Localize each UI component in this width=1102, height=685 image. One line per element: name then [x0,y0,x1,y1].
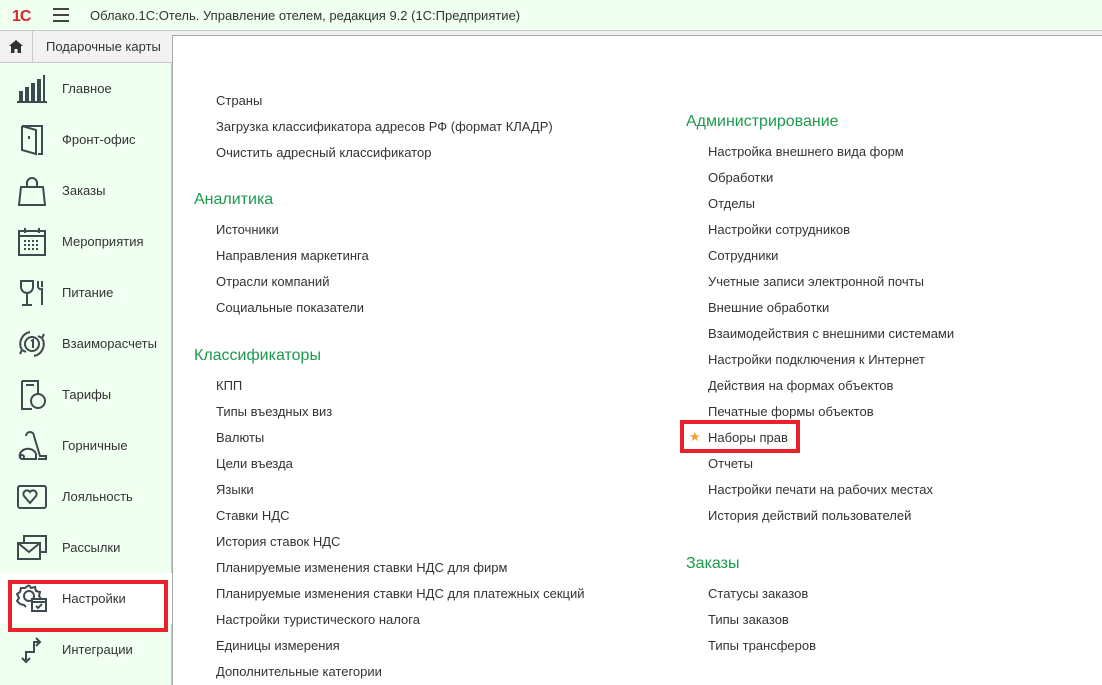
sidebar-item-label: Мероприятия [62,234,144,249]
app-title: Облако.1С:Отель. Управление отелем, реда… [90,8,521,23]
settings-link[interactable]: Отрасли компаний [216,274,329,289]
settings-link[interactable]: Настройки подключения к Интернет [708,352,925,367]
settings-link[interactable]: Языки [216,482,254,497]
shopping-bag-icon [17,176,47,206]
settings-link[interactable]: Типы заказов [708,612,789,627]
settings-link[interactable]: Настройки туристического налога [216,612,420,627]
sidebar-item-2[interactable]: Заказы [0,165,172,216]
settings-link[interactable]: Настройка внешнего вида форм [708,144,904,159]
sidebar-item-9[interactable]: Рассылки [0,522,172,573]
settings-link[interactable]: Настройки печати на рабочих местах [708,482,933,497]
sidebar-item-6[interactable]: Тарифы [0,369,172,420]
section-heading: Аналитика [194,191,274,208]
sidebar-item-label: Интеграции [62,642,133,657]
settings-link[interactable]: История ставок НДС [216,534,340,549]
door-icon [21,124,43,155]
sidebar-item-label: Тарифы [62,387,112,402]
settings-link[interactable]: Типы трансферов [708,638,816,653]
sidebar-item-0[interactable]: Главное [0,63,172,114]
vacuum-icon [18,430,47,460]
sidebar-item-3[interactable]: Мероприятия [0,216,172,267]
settings-link[interactable]: Дополнительные категории [216,664,382,679]
settings-link[interactable]: Сотрудники [708,248,778,263]
home-button[interactable] [0,31,33,62]
tariff-icon [21,379,46,410]
settings-link[interactable]: Типы въездных виз [216,404,332,419]
sidebar-item-label: Лояльность [62,489,133,504]
settings-link[interactable]: Планируемые изменения ставки НДС для фир… [216,560,507,575]
1c-logo: 1С [12,8,31,25]
settings-link[interactable]: Социальные показатели [216,300,364,315]
settings-link[interactable]: Единицы измерения [216,638,340,653]
chart-bars-icon [17,74,47,103]
sidebar-item-11[interactable]: Интеграции [0,624,172,675]
glass-fork-icon [20,279,43,306]
settings-link[interactable]: Обработки [708,170,773,185]
settings-link[interactable]: Отчеты [708,456,753,471]
title-bar: 1С Облако.1С:Отель. Управление отелем, р… [0,0,1102,31]
settings-link[interactable]: Очистить адресный классификатор [216,145,431,160]
sidebar-item-label: Рассылки [62,540,121,555]
sidebar-item-label: Главное [62,81,112,96]
sidebar-item-label: Горничные [62,438,128,453]
cycle-coin-icon [19,330,45,357]
settings-link[interactable]: Цели въезда [216,456,293,471]
sidebar-item-8[interactable]: Лояльность [0,471,172,522]
settings-link[interactable]: Загрузка классификатора адресов РФ (форм… [216,119,553,134]
sidebar-item-label: Заказы [62,183,106,198]
highlight-frame [680,420,800,453]
hamburger-menu-icon[interactable] [53,8,69,22]
settings-link[interactable]: Планируемые изменения ставки НДС для пла… [216,586,584,601]
sidebar-item-label: Питание [62,285,114,300]
settings-link[interactable]: Ставки НДС [216,508,289,523]
settings-link[interactable]: Направления маркетинга [216,248,369,263]
section-heading: Администрирование [686,113,839,130]
heart-card-icon [17,484,47,509]
sidebar-item-label: Взаиморасчеты [62,336,157,351]
settings-link[interactable]: Валюты [216,430,264,445]
sidebar-item-label: Фронт-офис [62,132,136,147]
section-heading: Заказы [686,555,740,572]
settings-link[interactable]: Статусы заказов [708,586,808,601]
settings-link[interactable]: Учетные записи электронной почты [708,274,924,289]
sidebar: Главное Фронт-офис Заказы Мероприятия Питани… [0,63,172,685]
settings-link[interactable]: Страны [216,93,262,108]
section-heading: Классификаторы [194,347,321,364]
settings-link[interactable]: Печатные формы объектов [708,404,874,419]
settings-link[interactable]: История действий пользователей [708,508,911,523]
settings-link[interactable]: Действия на формах объектов [708,378,893,393]
home-icon [9,40,23,53]
sidebar-item-4[interactable]: Питание [0,267,172,318]
settings-link[interactable]: Источники [216,222,279,237]
tab-gift-cards[interactable]: Подарочные карты [46,39,161,54]
settings-link[interactable]: Взаимодействия с внешними системами [708,326,954,341]
settings-link[interactable]: Настройки сотрудников [708,222,850,237]
sidebar-item-1[interactable]: Фронт-офис [0,114,172,165]
envelope-icon [17,534,47,560]
arrows-icon [21,636,42,663]
settings-panel: Страны Загрузка классификатора адресов РФ… [172,35,1102,685]
settings-link[interactable]: Внешние обработки [708,300,829,315]
sidebar-item-7[interactable]: Горничные [0,420,172,471]
sidebar-item-5[interactable]: Взаиморасчеты [0,318,172,369]
settings-link[interactable]: КПП [216,378,242,393]
calendar-icon [18,227,46,256]
settings-link[interactable]: Отделы [708,196,755,211]
